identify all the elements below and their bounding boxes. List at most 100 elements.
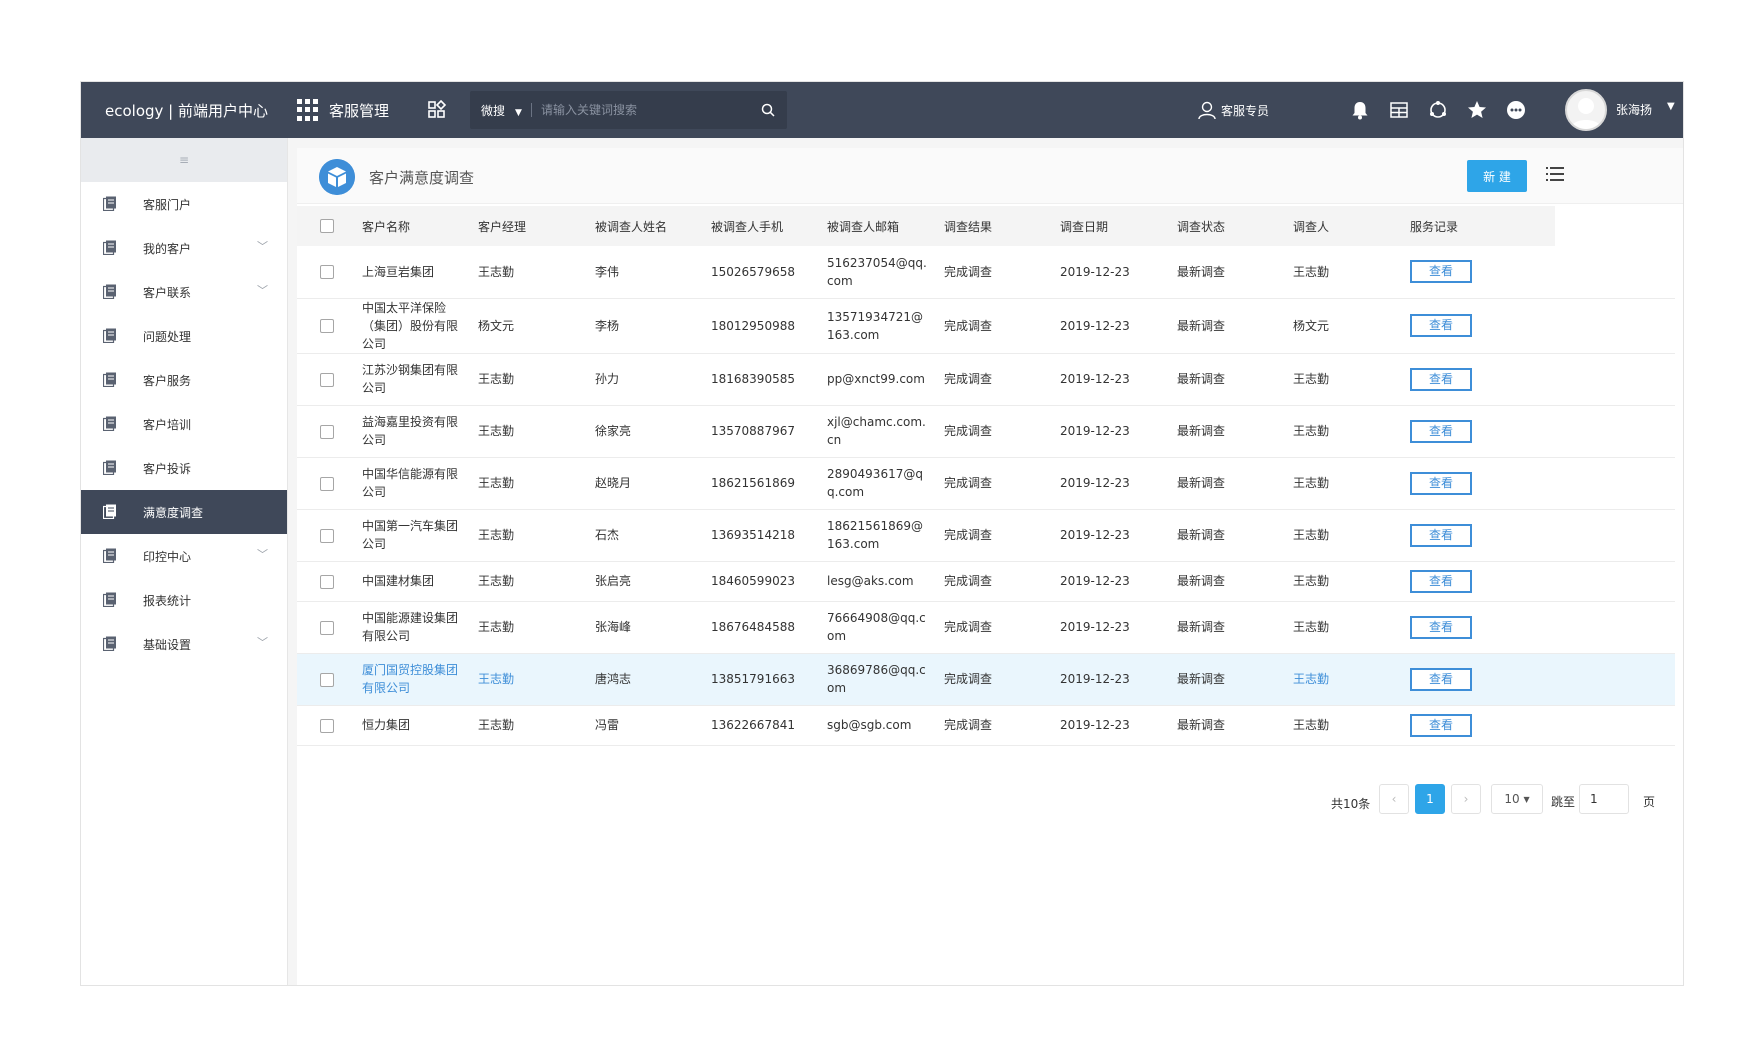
column-header[interactable]: 调查结果 [944, 206, 1060, 246]
row-checkbox[interactable] [320, 424, 334, 439]
row-checkbox[interactable] [320, 476, 334, 491]
surveyor-cell[interactable]: 王志勤 [1293, 246, 1410, 299]
row-checkbox[interactable] [320, 372, 334, 387]
customer-name-cell[interactable]: 恒力集团 [362, 705, 478, 746]
column-header[interactable]: 客户名称 [362, 206, 478, 246]
column-header[interactable]: 客户经理 [478, 206, 595, 246]
table-row[interactable]: 上海亘岩集团 王志勤 李伟 15026579658 516237054@qq.com 完成… [297, 246, 1675, 299]
module-title[interactable]: 客服管理 [329, 100, 389, 121]
column-header[interactable]: 被调查人邮箱 [827, 206, 944, 246]
customer-name-cell[interactable]: 中国华信能源有限公司 [362, 457, 478, 510]
manager-cell[interactable]: 王志勤 [478, 457, 595, 510]
row-checkbox[interactable] [320, 672, 334, 687]
view-record-button[interactable]: 查看 [1410, 471, 1472, 495]
view-record-button[interactable]: 查看 [1410, 667, 1472, 691]
view-record-button[interactable]: 查看 [1410, 569, 1472, 593]
column-header[interactable]: 调查状态 [1177, 206, 1293, 246]
sidebar-item[interactable]: 客户投诉 [81, 446, 287, 490]
role-switch[interactable]: 客服专员 [1197, 100, 1269, 120]
column-header[interactable]: 服务记录 [1410, 206, 1555, 246]
manager-cell[interactable]: 王志勤 [478, 353, 595, 406]
sidebar-item[interactable]: 基础设置 ﹀ [81, 622, 287, 666]
sidebar-toggle-icon[interactable]: ≡ [81, 138, 287, 182]
view-record-button[interactable]: 查看 [1410, 419, 1472, 443]
prev-page-button[interactable]: ‹ [1379, 784, 1409, 814]
surveyor-cell[interactable]: 王志勤 [1293, 561, 1410, 602]
row-checkbox[interactable] [320, 528, 334, 543]
chevron-down-icon[interactable]: ﹀ [257, 282, 268, 298]
table-row[interactable]: 中国华信能源有限公司 王志勤 赵晓月 18621561869 2890493617@qq… [297, 457, 1675, 510]
manager-cell[interactable]: 王志勤 [478, 601, 595, 654]
column-header[interactable]: 被调查人姓名 [595, 206, 711, 246]
page-size-select[interactable]: 10 ▼ [1491, 784, 1543, 814]
manager-cell[interactable]: 王志勤 [478, 246, 595, 299]
manager-cell[interactable]: 杨文元 [478, 298, 595, 354]
jump-page-input[interactable] [1579, 784, 1629, 814]
table-row[interactable]: 益海嘉里投资有限公司 王志勤 徐家亮 13570887967 xjl@chamc.com… [297, 405, 1675, 458]
search-icon[interactable] [761, 103, 775, 117]
username[interactable]: 张海扬 [1616, 101, 1652, 118]
sidebar-item[interactable]: 印控中心 ﹀ [81, 534, 287, 578]
list-menu-icon[interactable] [1545, 165, 1565, 183]
chevron-down-icon[interactable]: ﹀ [257, 634, 268, 650]
manager-cell[interactable]: 王志勤 [478, 561, 595, 602]
surveyor-cell[interactable]: 王志勤 [1293, 601, 1410, 654]
customer-name-cell[interactable]: 中国建材集团 [362, 561, 478, 602]
table-row[interactable]: 恒力集团 王志勤 冯雷 13622667841 sgb@sgb.com 完成调查 2019-… [297, 705, 1675, 746]
next-page-button[interactable]: › [1451, 784, 1481, 814]
column-header[interactable]: 调查日期 [1060, 206, 1177, 246]
new-button[interactable]: 新 建 [1467, 160, 1527, 192]
table-row[interactable]: 中国能源建设集团有限公司 王志勤 张海峰 18676484588 76664908@qq… [297, 601, 1675, 654]
customer-name-cell[interactable]: 厦门国贸控股集团有限公司 [362, 653, 478, 706]
sidebar-item[interactable]: 问题处理 [81, 314, 287, 358]
surveyor-cell[interactable]: 王志勤 [1293, 653, 1410, 706]
view-record-button[interactable]: 查看 [1410, 713, 1472, 737]
view-record-button[interactable]: 查看 [1410, 523, 1472, 547]
manager-cell[interactable]: 王志勤 [478, 509, 595, 562]
avatar[interactable] [1565, 89, 1607, 131]
customer-name-cell[interactable]: 益海嘉里投资有限公司 [362, 405, 478, 458]
search-scope-select[interactable]: 微搜 ▼ [481, 102, 522, 119]
surveyor-cell[interactable]: 王志勤 [1293, 405, 1410, 458]
apps-grid-icon[interactable] [297, 99, 319, 121]
chevron-down-icon[interactable]: ▼ [1667, 101, 1675, 112]
customer-name-cell[interactable]: 中国能源建设集团有限公司 [362, 601, 478, 654]
row-checkbox[interactable] [320, 574, 334, 589]
chevron-down-icon[interactable]: ﹀ [257, 546, 268, 562]
customer-name-cell[interactable]: 中国太平洋保险（集团）股份有限公司 [362, 298, 478, 354]
app-logo[interactable]: ecology | 前端用户中心 [105, 100, 268, 121]
column-header[interactable]: 调查人 [1293, 206, 1410, 246]
sidebar-item[interactable]: 我的客户 ﹀ [81, 226, 287, 270]
sidebar-item[interactable]: 客户联系 ﹀ [81, 270, 287, 314]
page-1-button[interactable]: 1 [1415, 784, 1445, 814]
select-all-checkbox[interactable] [320, 219, 334, 234]
search-input[interactable] [540, 103, 741, 117]
customer-name-cell[interactable]: 上海亘岩集团 [362, 246, 478, 299]
table-row[interactable]: 中国太平洋保险（集团）股份有限公司 杨文元 李杨 18012950988 1357193… [297, 298, 1675, 354]
surveyor-cell[interactable]: 王志勤 [1293, 457, 1410, 510]
customer-name-cell[interactable]: 中国第一汽车集团公司 [362, 509, 478, 562]
row-checkbox[interactable] [320, 265, 334, 280]
module-switch-icon[interactable] [427, 100, 447, 120]
sidebar-item[interactable]: 客户服务 [81, 358, 287, 402]
table-row[interactable]: 中国第一汽车集团公司 王志勤 石杰 13693514218 18621561869@16… [297, 509, 1675, 562]
bell-icon[interactable] [1349, 99, 1371, 121]
view-record-button[interactable]: 查看 [1410, 367, 1472, 391]
more-icon[interactable] [1505, 99, 1527, 121]
surveyor-cell[interactable]: 杨文元 [1293, 298, 1410, 354]
surveyor-cell[interactable]: 王志勤 [1293, 353, 1410, 406]
column-header[interactable]: 被调查人手机 [711, 206, 827, 246]
surveyor-cell[interactable]: 王志勤 [1293, 509, 1410, 562]
customer-name-cell[interactable]: 江苏沙钢集团有限公司 [362, 353, 478, 406]
view-record-button[interactable]: 查看 [1410, 314, 1472, 337]
sidebar-item[interactable]: 客服门户 [81, 182, 287, 226]
row-checkbox[interactable] [320, 620, 334, 635]
row-checkbox[interactable] [320, 319, 334, 333]
sync-icon[interactable] [1427, 99, 1449, 121]
sidebar-item[interactable]: 满意度调查 [81, 490, 287, 534]
surveyor-cell[interactable]: 王志勤 [1293, 705, 1410, 746]
chevron-down-icon[interactable]: ﹀ [257, 238, 268, 254]
calendar-grid-icon[interactable] [1388, 99, 1410, 121]
sidebar-item[interactable]: 客户培训 [81, 402, 287, 446]
manager-cell[interactable]: 王志勤 [478, 405, 595, 458]
